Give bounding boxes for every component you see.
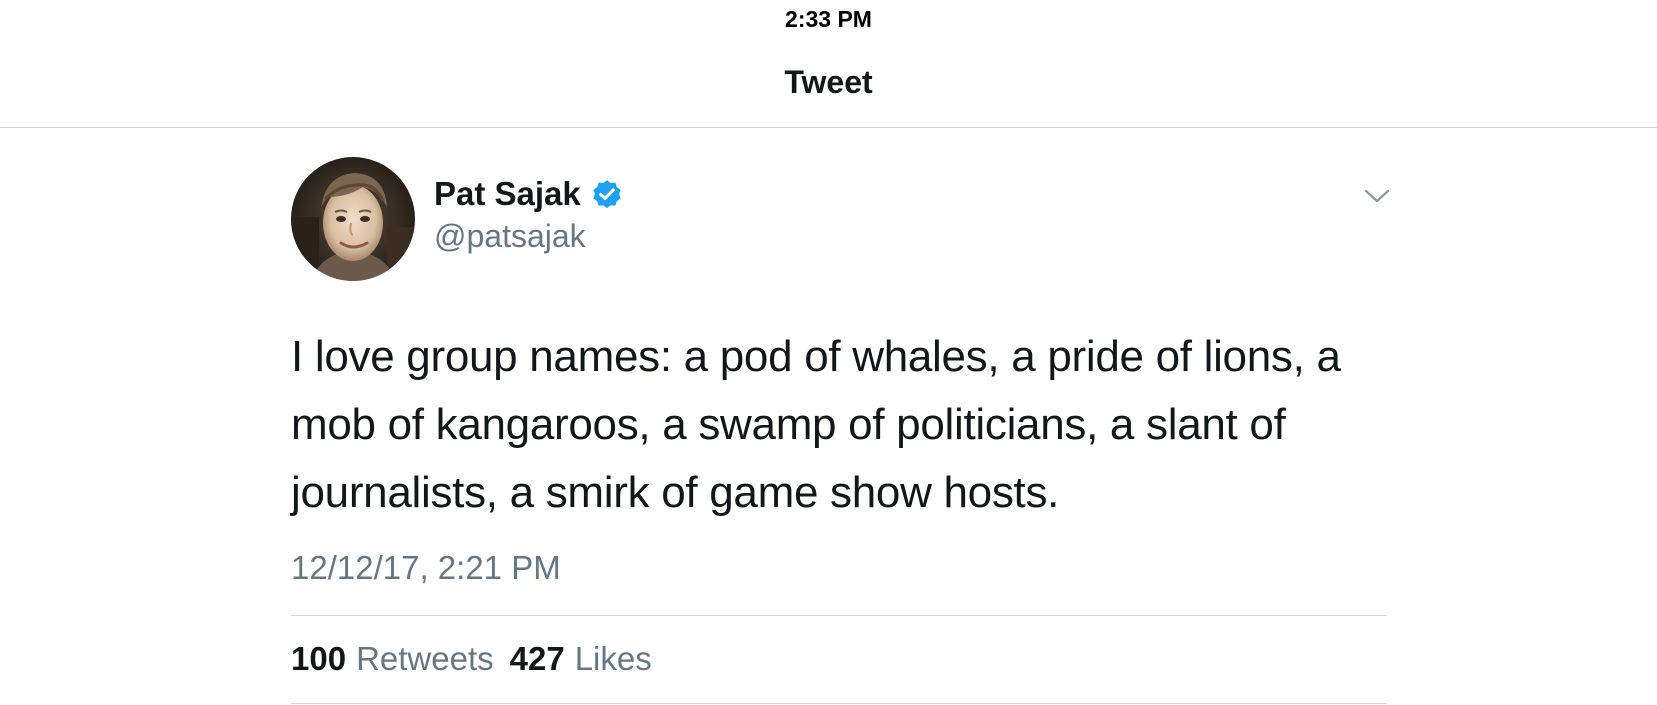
divider: [291, 615, 1387, 616]
divider: [291, 703, 1387, 704]
author-handle[interactable]: @patsajak: [434, 216, 586, 256]
avatar[interactable]: [291, 157, 415, 281]
tweet-stats: 100 Retweets 427 Likes: [291, 640, 652, 678]
page-title: Tweet: [784, 64, 873, 100]
status-bar-time: 2:33 PM: [785, 6, 872, 32]
chevron-down-icon[interactable]: [1364, 186, 1390, 206]
tweet-text: I love group names: a pod of whales, a p…: [291, 332, 1341, 517]
verified-badge-icon: [593, 180, 621, 209]
author-name[interactable]: Pat Sajak: [434, 174, 581, 214]
likes-count: 427: [509, 640, 565, 677]
avatar-photo: [291, 157, 415, 281]
likes-label: Likes: [574, 640, 652, 677]
tweet-timestamp: 12/12/17, 2:21 PM: [291, 549, 561, 586]
likes-stat[interactable]: 427 Likes: [510, 640, 652, 678]
retweets-stat[interactable]: 100 Retweets: [291, 640, 494, 678]
nav-divider: [0, 127, 1657, 128]
retweets-label: Retweets: [356, 640, 494, 677]
retweets-count: 100: [291, 640, 347, 677]
